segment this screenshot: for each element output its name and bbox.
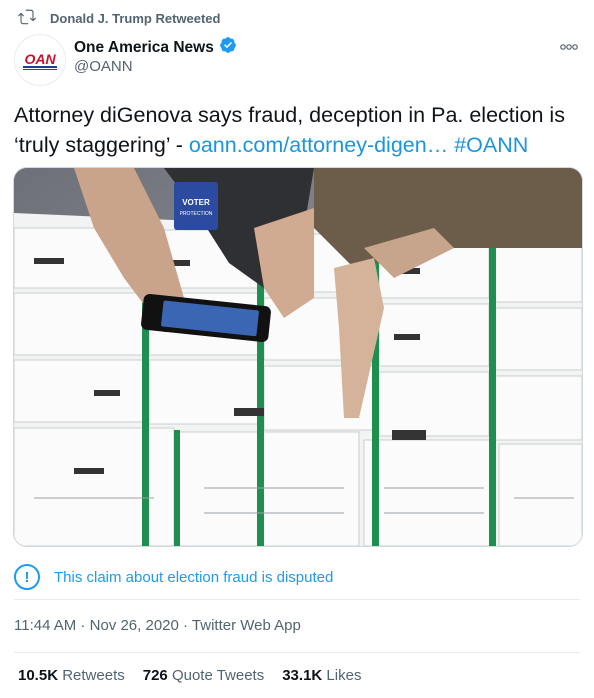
avatar-logo-text: OAN [24, 51, 56, 67]
retweets-stat[interactable]: 10.5K Retweets [18, 667, 125, 684]
retweet-icon [18, 8, 36, 29]
author-name[interactable]: One America News [74, 39, 214, 57]
tweet-hashtag[interactable]: #OANN [454, 133, 528, 157]
retweets-count: 10.5K [18, 667, 59, 684]
tweet-date[interactable]: Nov 26, 2020 [90, 617, 179, 634]
ballot-photo-illustration: VOTER PROTECTION [14, 168, 582, 546]
likes-count: 33.1K [282, 667, 323, 684]
retweet-label: Donald J. Trump Retweeted [50, 10, 221, 26]
quote-tweets-label: Quote Tweets [171, 667, 265, 684]
tweet-time[interactable]: 11:44 AM [14, 617, 76, 634]
info-icon: ! [14, 564, 40, 590]
retweet-context[interactable]: Donald J. Trump Retweeted [18, 8, 220, 28]
author-handle[interactable]: @OANN [74, 58, 133, 75]
disputed-claim-text[interactable]: This claim about election fraud is dispu… [54, 569, 333, 586]
tweet-source-app[interactable]: Twitter Web App [192, 617, 301, 634]
tweet-meta: 11:44 AM · Nov 26, 2020 · Twitter Web Ap… [14, 617, 301, 634]
tweet-stats: 10.5K Retweets 726 Quote Tweets 33.1K Li… [18, 667, 361, 684]
quote-tweets-stat[interactable]: 726 Quote Tweets [143, 667, 264, 684]
avatar[interactable]: OAN [14, 34, 66, 86]
voter-badge-subtext: PROTECTION [180, 211, 213, 217]
divider [14, 652, 580, 653]
voter-badge-text: VOTER [182, 198, 210, 207]
tweet-text: Attorney diGenova says fraud, deception … [14, 100, 580, 160]
quote-tweets-count: 726 [142, 667, 168, 684]
retweets-label: Retweets [62, 667, 125, 684]
tweet-link[interactable]: oann.com/attorney-digen… [189, 133, 448, 157]
likes-label: Likes [326, 667, 362, 684]
tweet-photo[interactable]: VOTER PROTECTION [13, 167, 583, 547]
divider [14, 599, 580, 600]
meta-separator: · [76, 617, 90, 634]
more-options-icon[interactable] [560, 38, 578, 54]
verified-badge-icon [219, 36, 237, 59]
author-name-row[interactable]: One America News [74, 36, 237, 59]
meta-separator: · [178, 617, 192, 634]
disputed-claim-notice[interactable]: ! This claim about election fraud is dis… [14, 564, 333, 590]
likes-stat[interactable]: 33.1K Likes [282, 667, 361, 684]
oan-logo: OAN [15, 35, 65, 85]
